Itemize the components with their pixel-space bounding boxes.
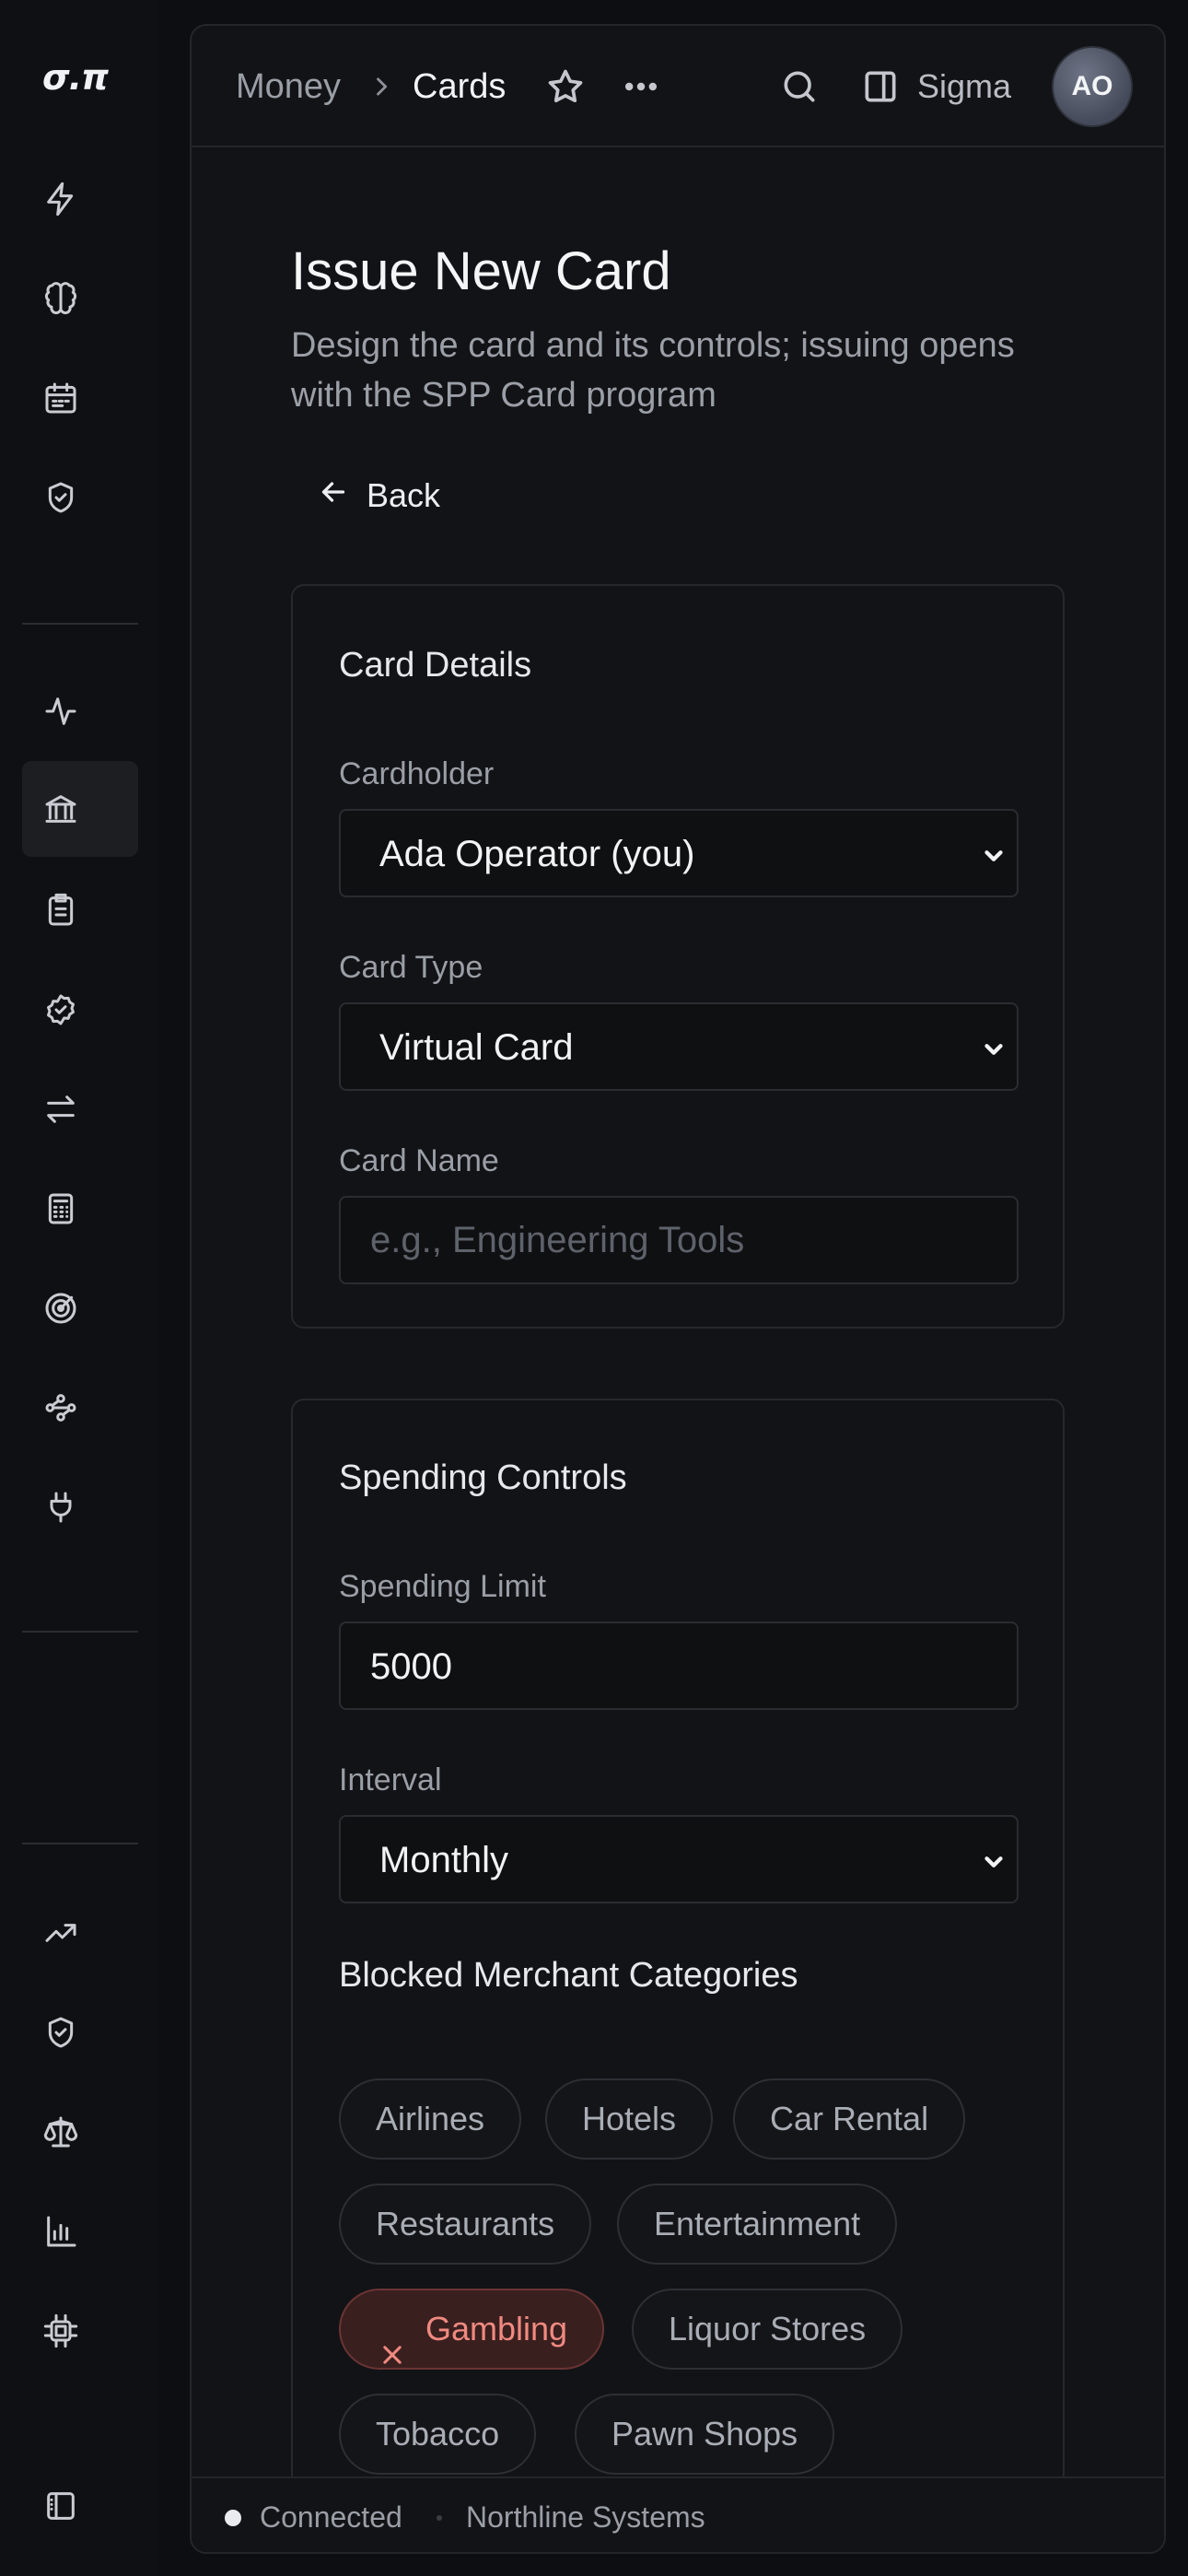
cardholder-value: Ada Operator (you) xyxy=(379,834,695,874)
workspace-label[interactable]: Sigma xyxy=(917,64,1011,109)
interval-value: Monthly xyxy=(379,1840,509,1880)
transfer-arrows-icon xyxy=(42,1091,79,1128)
calendar-icon xyxy=(42,380,79,416)
category-chip-label: Gambling xyxy=(425,2310,568,2348)
rail-item-infrastructure[interactable] xyxy=(22,2283,138,2379)
rail-item-integrations[interactable] xyxy=(22,1459,138,1555)
rail-item-approvals[interactable] xyxy=(22,962,138,1058)
workflow-icon xyxy=(42,1389,79,1426)
rail-item-sidebar-toggle[interactable] xyxy=(22,2458,138,2554)
shield-check-icon xyxy=(42,479,79,516)
left-rail: σ.π xyxy=(0,0,158,2576)
spending-controls-title: Spending Controls xyxy=(339,1458,627,1497)
shield-check-icon xyxy=(42,2014,79,2051)
category-chip-pawn-shops[interactable]: Pawn Shops xyxy=(575,2394,835,2475)
top-bar: Money Cards Sigma AO xyxy=(192,26,1164,147)
category-chip-gambling[interactable]: Gambling xyxy=(339,2289,605,2370)
rail-item-transfers[interactable] xyxy=(22,1061,138,1157)
rail-item-money[interactable] xyxy=(22,761,138,857)
rail-item-goals[interactable] xyxy=(22,1260,138,1356)
status-dot xyxy=(225,2510,241,2526)
rail-item-calendar[interactable] xyxy=(22,350,138,446)
page-title: Issue New Card xyxy=(291,241,671,301)
rail-item-workflows[interactable] xyxy=(22,1360,138,1456)
organization-name: Northline Systems xyxy=(466,2500,705,2534)
card-details-section: Card Details Cardholder Ada Operator (yo… xyxy=(291,584,1065,1329)
breadcrumb-money[interactable]: Money xyxy=(236,64,341,109)
status-separator xyxy=(437,2515,442,2521)
rail-divider xyxy=(22,1631,138,1633)
bank-icon xyxy=(42,790,79,827)
rail-item-automations[interactable] xyxy=(22,151,138,247)
target-icon xyxy=(42,1290,79,1327)
cardholder-select[interactable]: Ada Operator (you) xyxy=(339,809,1019,897)
spending-controls-section: Spending Controls Spending Limit 5000 In… xyxy=(291,1399,1065,2552)
scale-icon xyxy=(42,2113,79,2150)
rail-item-compliance[interactable] xyxy=(22,1985,138,2080)
plug-icon xyxy=(42,1489,79,1526)
calculator-icon xyxy=(42,1190,79,1227)
arrow-left-icon xyxy=(317,475,350,517)
main-panel: Money Cards Sigma AO Issue New Card Desi… xyxy=(190,24,1166,2554)
spending-limit-value: 5000 xyxy=(370,1646,452,1687)
card-name-field[interactable] xyxy=(339,1196,1019,1284)
panel-toggle-icon[interactable] xyxy=(860,66,901,107)
sidebar-toggle-icon xyxy=(42,2488,79,2524)
more-options-icon[interactable] xyxy=(621,66,661,107)
back-button-label: Back xyxy=(367,476,441,514)
chevron-down-icon xyxy=(980,842,1007,870)
category-chip-restaurants[interactable]: Restaurants xyxy=(339,2184,592,2265)
page-subtitle: Design the card and its controls; issuin… xyxy=(291,326,1015,415)
category-chip-car-rental[interactable]: Car Rental xyxy=(733,2078,966,2160)
rail-item-legal[interactable] xyxy=(22,2084,138,2180)
category-chip-hotels[interactable]: Hotels xyxy=(545,2078,714,2160)
category-chip-airlines[interactable]: Airlines xyxy=(339,2078,522,2160)
card-name-input[interactable] xyxy=(341,1198,1017,1282)
interval-select[interactable]: Monthly xyxy=(339,1815,1019,1903)
rail-item-intelligence[interactable] xyxy=(22,251,138,346)
bolt-icon xyxy=(42,181,79,217)
rail-item-tasks[interactable] xyxy=(22,862,138,958)
card-type-select[interactable]: Virtual Card xyxy=(339,1002,1019,1091)
bar-chart-icon xyxy=(42,2213,79,2250)
blocked-categories-label: Blocked Merchant Categories xyxy=(339,1956,798,1995)
brain-icon xyxy=(42,280,79,317)
rail-item-growth[interactable] xyxy=(22,1885,138,1981)
avatar[interactable]: AO xyxy=(1052,46,1133,127)
search-icon[interactable] xyxy=(779,66,820,107)
trending-up-icon xyxy=(42,1914,79,1951)
rail-divider xyxy=(22,1843,138,1844)
spending-limit-label: Spending Limit xyxy=(339,1569,546,1604)
category-chip-liquor-stores[interactable]: Liquor Stores xyxy=(632,2289,903,2370)
status-bar: Connected Northline Systems xyxy=(192,2476,1164,2552)
app-logo[interactable]: σ.π xyxy=(42,57,118,98)
cardholder-label: Cardholder xyxy=(339,756,495,791)
badge-check-icon xyxy=(42,991,79,1028)
card-type-label: Card Type xyxy=(339,950,483,985)
spending-limit-field[interactable]: 5000 xyxy=(339,1622,1019,1710)
connection-status: Connected xyxy=(260,2500,402,2534)
activity-icon xyxy=(42,693,79,730)
breadcrumb-cards: Cards xyxy=(413,67,507,106)
category-chip-tobacco[interactable]: Tobacco xyxy=(339,2394,537,2475)
interval-label: Interval xyxy=(339,1762,442,1797)
close-icon xyxy=(379,2318,405,2364)
rail-item-security[interactable] xyxy=(22,450,138,545)
clipboard-icon xyxy=(42,892,79,929)
back-button[interactable]: Back xyxy=(317,468,440,523)
chip-icon xyxy=(42,2313,79,2349)
rail-item-calculator[interactable] xyxy=(22,1161,138,1257)
chevron-down-icon xyxy=(980,1036,1007,1063)
rail-divider xyxy=(22,623,138,625)
star-icon[interactable] xyxy=(545,66,586,107)
card-type-value: Virtual Card xyxy=(379,1027,574,1068)
rail-item-activity[interactable] xyxy=(22,663,138,759)
chevron-right-icon xyxy=(368,74,394,100)
chevron-down-icon xyxy=(980,1848,1007,1876)
category-chip-entertainment[interactable]: Entertainment xyxy=(617,2184,898,2265)
card-details-title: Card Details xyxy=(339,646,532,685)
card-name-label: Card Name xyxy=(339,1143,499,1178)
rail-item-reports[interactable] xyxy=(22,2184,138,2279)
